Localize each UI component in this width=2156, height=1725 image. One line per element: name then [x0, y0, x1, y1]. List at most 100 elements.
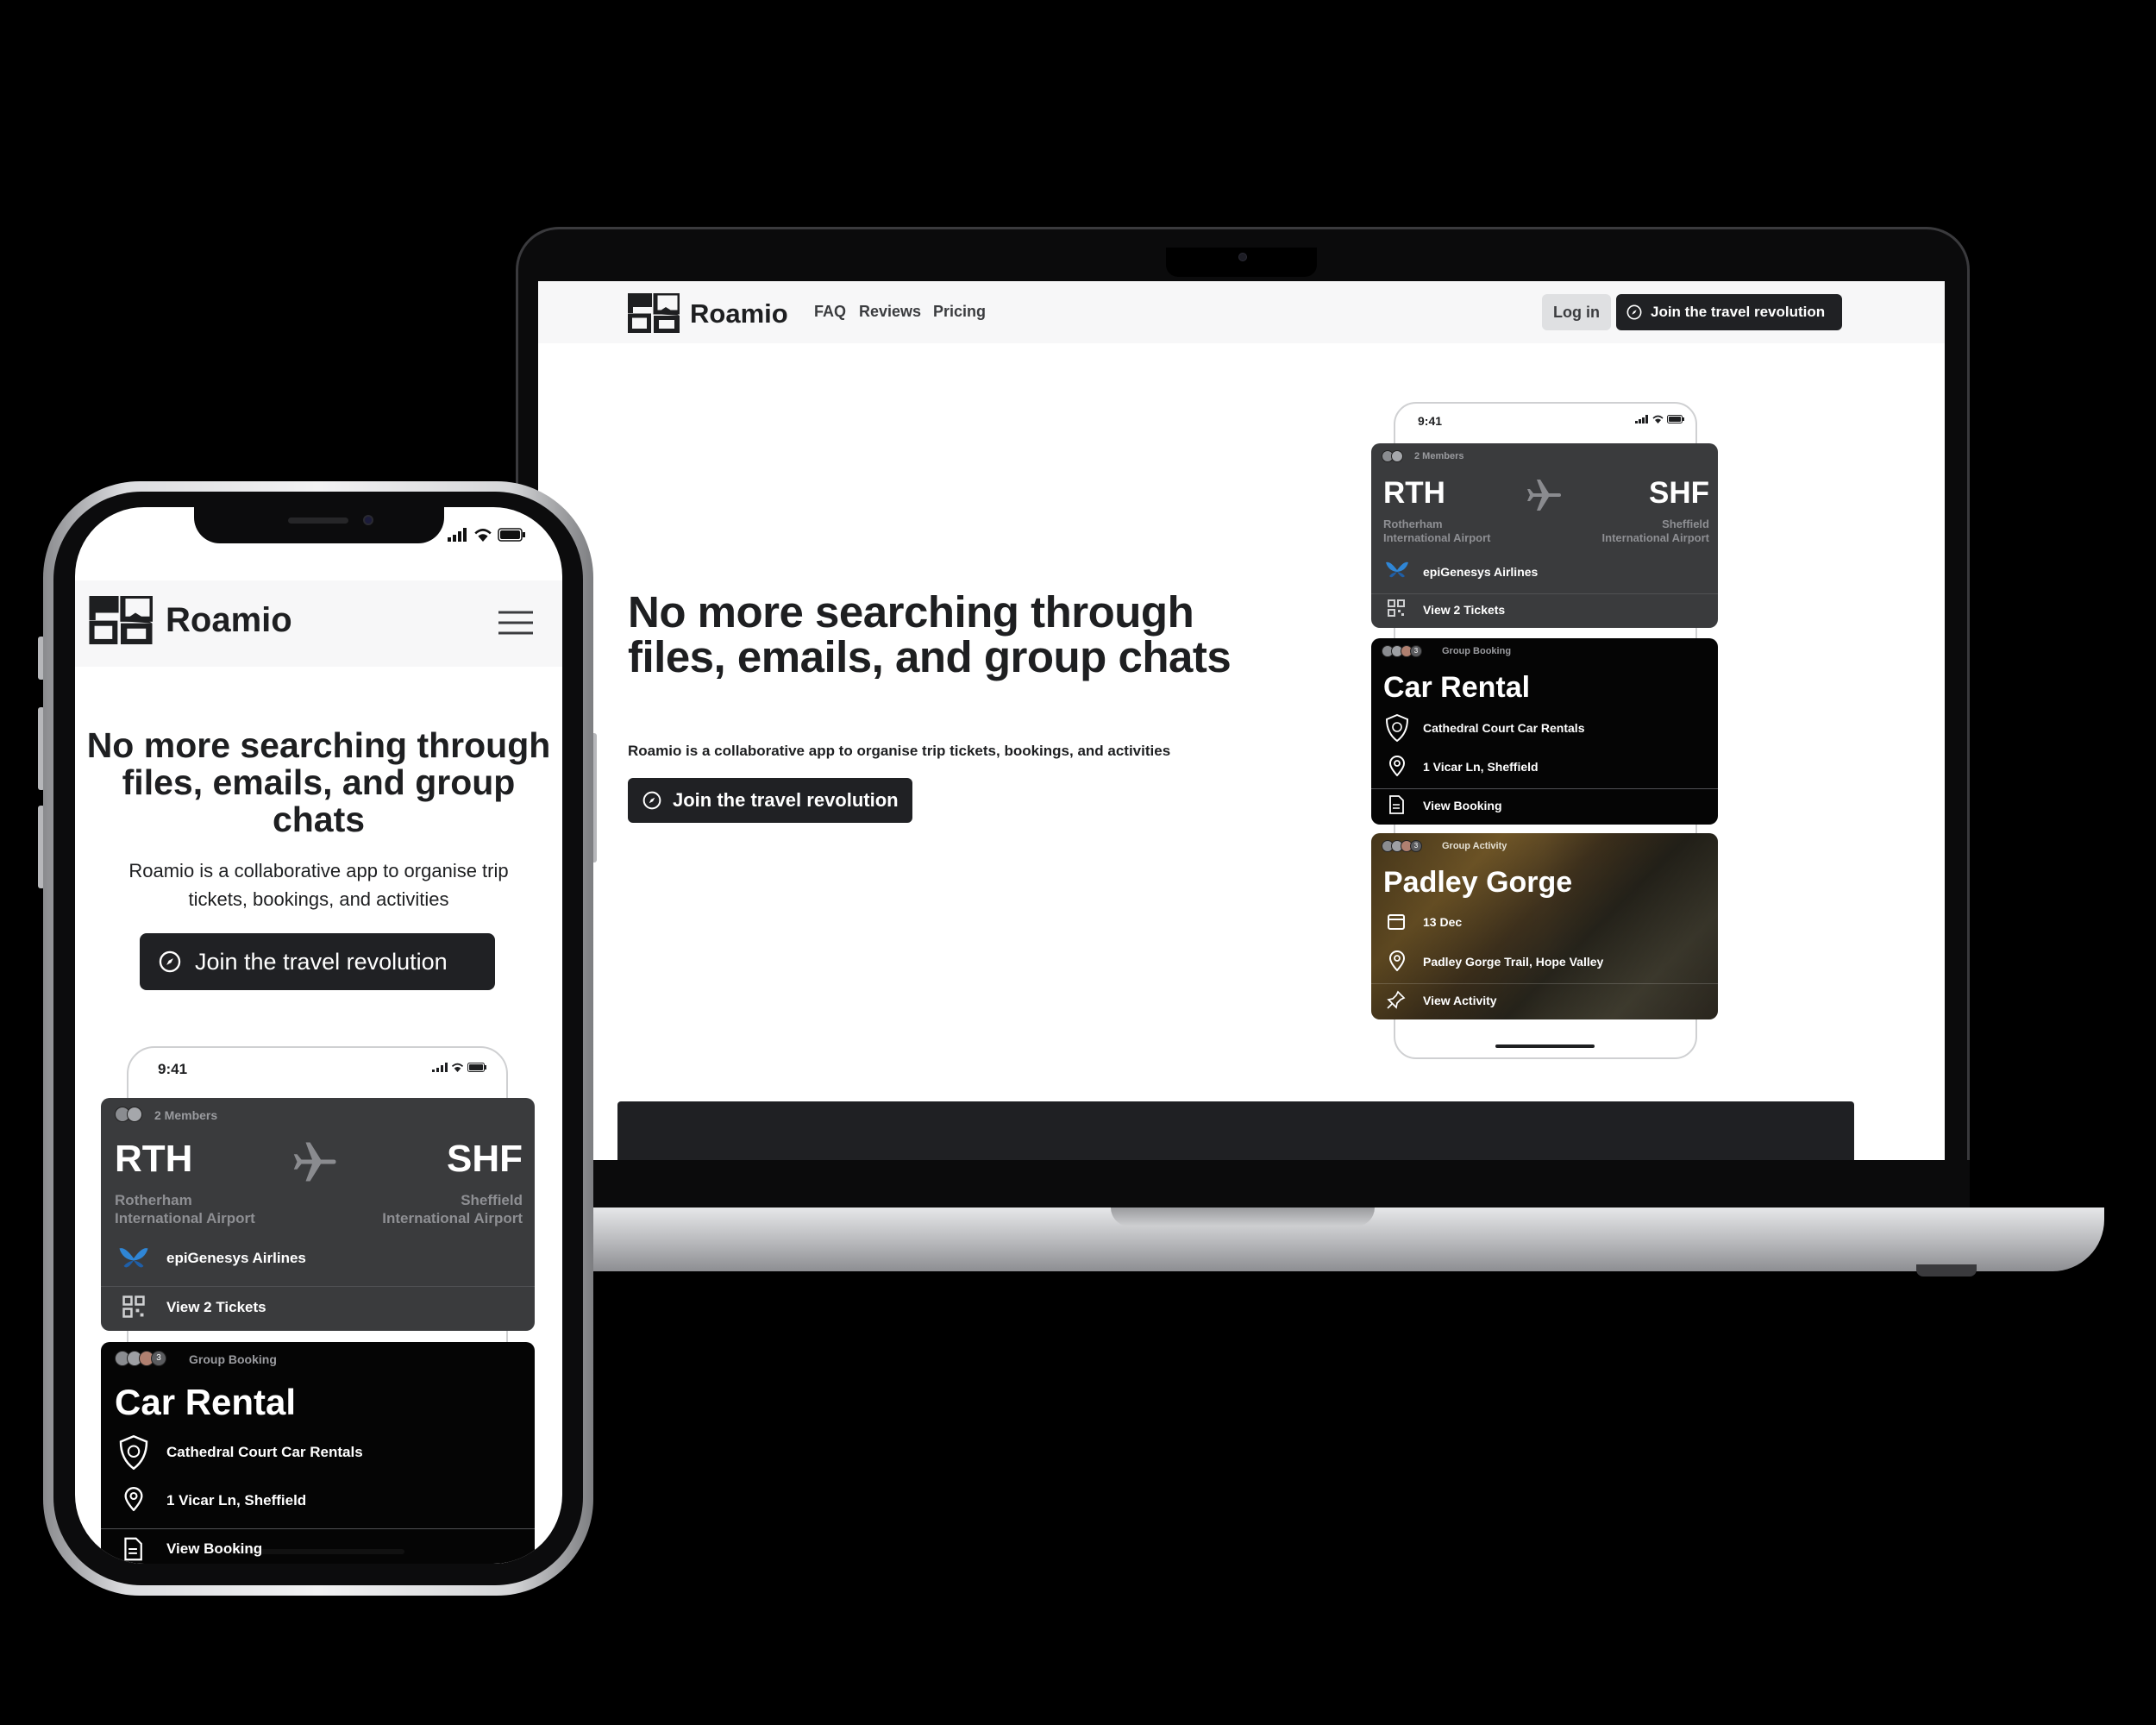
destination-name: Sheffield International Airport: [1601, 518, 1709, 544]
airline-name: epiGenesys Airlines: [1423, 565, 1539, 579]
members-count: 2 Members: [154, 1108, 218, 1122]
qr-icon: [122, 1295, 145, 1318]
pin-icon: [124, 1487, 143, 1511]
calendar-icon: [1388, 914, 1405, 930]
phone-notch: [194, 507, 444, 543]
plane-icon: [293, 1142, 336, 1182]
rental-company: Cathedral Court Car Rentals: [1423, 721, 1585, 735]
nav-join-label: Join the travel revolution: [1651, 304, 1826, 320]
compass-icon: [1626, 304, 1642, 320]
signal-icon: [448, 528, 467, 542]
hero-join-label: Join the travel revolution: [195, 949, 448, 975]
wifi-icon: [451, 1063, 464, 1072]
phone-navbar: Roamio: [75, 580, 562, 667]
card-title: Car Rental: [1383, 671, 1531, 704]
view-tickets-link[interactable]: View 2 Tickets: [166, 1299, 266, 1316]
hero-join-button[interactable]: Join the travel revolution: [628, 778, 912, 823]
nav-link-reviews[interactable]: Reviews: [859, 303, 921, 321]
member-avatars: [1382, 450, 1403, 462]
menu-icon[interactable]: [498, 610, 534, 636]
view-tickets-link[interactable]: View 2 Tickets: [1423, 603, 1505, 617]
view-booking-link[interactable]: View Booking: [1423, 799, 1502, 812]
activity-date: 13 Dec: [1423, 915, 1463, 929]
card-divider: [1371, 788, 1718, 789]
nav-link-pricing[interactable]: Pricing: [933, 303, 986, 321]
roamio-logo-icon[interactable]: [628, 293, 680, 333]
member-avatars: 3: [1382, 645, 1422, 657]
card-divider: [1371, 983, 1718, 984]
booking-tag: Group Booking: [1442, 646, 1512, 656]
activity-card[interactable]: 3 Group Activity Padley Gorge 13 Dec Pad…: [1371, 833, 1718, 1019]
card-divider: [101, 1286, 535, 1287]
wifi-icon: [1652, 415, 1664, 423]
car-rental-card[interactable]: 3 Group Booking Car Rental Cathedral Cou…: [1371, 638, 1718, 825]
members-count: 2 Members: [1414, 451, 1464, 461]
rental-address: 1 Vicar Ln, Sheffield: [166, 1492, 307, 1509]
laptop-screen: Roamio FAQ Reviews Pricing Log in Join t…: [538, 281, 1945, 1160]
brand-name[interactable]: Roamio: [166, 601, 292, 640]
phone-screen: Roamio No more searching through files, …: [75, 507, 562, 1564]
hero-title: No more searching through files, emails,…: [86, 725, 551, 839]
hero-title: No more searching through files, emails,…: [628, 587, 1232, 681]
card-divider: [1371, 593, 1718, 594]
web-navbar: Roamio FAQ Reviews Pricing Log in Join t…: [538, 281, 1945, 343]
shield-icon: [1385, 714, 1409, 742]
phone-speaker: [288, 518, 348, 524]
card-divider: [101, 1528, 535, 1529]
pin-icon: [1388, 756, 1406, 776]
compass-icon: [159, 950, 181, 973]
origin-code: RTH: [1383, 476, 1445, 510]
member-avatars: [115, 1107, 142, 1122]
battery-icon: [467, 1063, 486, 1072]
signal-icon: [432, 1063, 448, 1072]
pushpin-icon: [1387, 990, 1406, 1009]
wifi-icon: [474, 529, 492, 542]
laptop-camera: [1238, 253, 1247, 261]
home-indicator: [1495, 1044, 1595, 1048]
rental-company: Cathedral Court Car Rentals: [166, 1444, 363, 1460]
flight-card[interactable]: 2 Members RTH SHF Rotherham International…: [101, 1098, 535, 1331]
booking-tag: Group Booking: [189, 1352, 277, 1366]
view-booking-link[interactable]: View Booking: [166, 1540, 262, 1558]
roamio-logo-icon[interactable]: [89, 596, 153, 644]
butterfly-icon: [119, 1248, 148, 1268]
nav-link-faq[interactable]: FAQ: [814, 303, 846, 321]
brand-name[interactable]: Roamio: [690, 298, 788, 329]
signal-icon: [1635, 415, 1648, 423]
nav-join-button[interactable]: Join the travel revolution: [1616, 294, 1842, 330]
rental-address: 1 Vicar Ln, Sheffield: [1423, 760, 1539, 774]
login-button[interactable]: Log in: [1542, 294, 1611, 330]
laptop-foot: [1916, 1264, 1977, 1276]
status-time: 9:41: [158, 1061, 188, 1077]
flight-card[interactable]: 2 Members RTH SHF Rotherham International…: [1371, 443, 1718, 628]
airline-name: epiGenesys Airlines: [166, 1250, 306, 1266]
card-title: Car Rental: [115, 1382, 297, 1422]
shield-icon: [119, 1435, 148, 1470]
qr-icon: [1388, 599, 1405, 617]
status-time: 9:41: [1418, 414, 1443, 428]
hero-subtitle: Roamio is a collaborative app to organis…: [628, 743, 1171, 759]
document-icon: [1389, 795, 1404, 814]
activity-address: Padley Gorge Trail, Hope Valley: [1423, 955, 1604, 969]
origin-code: RTH: [115, 1138, 193, 1180]
phone-status-icons: [448, 528, 525, 542]
plane-icon: [1527, 480, 1561, 511]
card-title: Padley Gorge: [1383, 866, 1573, 899]
origin-name: Rotherham International Airport: [115, 1192, 255, 1226]
document-icon: [124, 1537, 142, 1561]
hero-join-button[interactable]: Join the travel revolution: [140, 933, 495, 990]
status-icons: [1635, 415, 1684, 423]
member-avatars: 3: [1382, 840, 1422, 852]
destination-name: Sheffield International Airport: [382, 1192, 523, 1226]
laptop-opening-groove: [1111, 1208, 1375, 1226]
view-activity-link[interactable]: View Activity: [1423, 994, 1497, 1007]
origin-name: Rotherham International Airport: [1383, 518, 1491, 544]
butterfly-icon: [1386, 561, 1408, 578]
compass-icon: [642, 791, 661, 810]
destination-code: SHF: [447, 1138, 523, 1180]
status-icons: [432, 1063, 486, 1072]
battery-icon: [498, 528, 525, 542]
car-rental-card[interactable]: 3 Group Booking Car Rental Cathedral Cou…: [101, 1342, 535, 1564]
hero-join-label: Join the travel revolution: [673, 789, 899, 811]
destination-code: SHF: [1649, 476, 1709, 510]
